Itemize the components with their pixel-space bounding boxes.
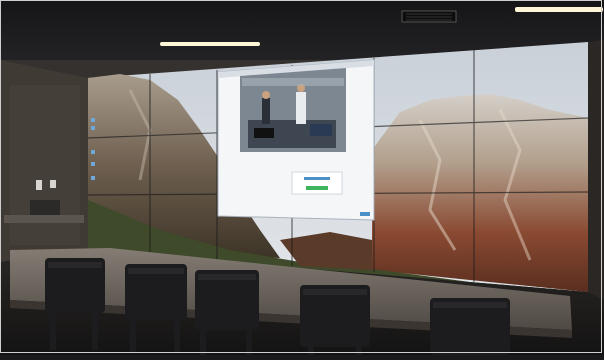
photo-border <box>0 0 602 353</box>
photo-scene <box>0 0 604 355</box>
